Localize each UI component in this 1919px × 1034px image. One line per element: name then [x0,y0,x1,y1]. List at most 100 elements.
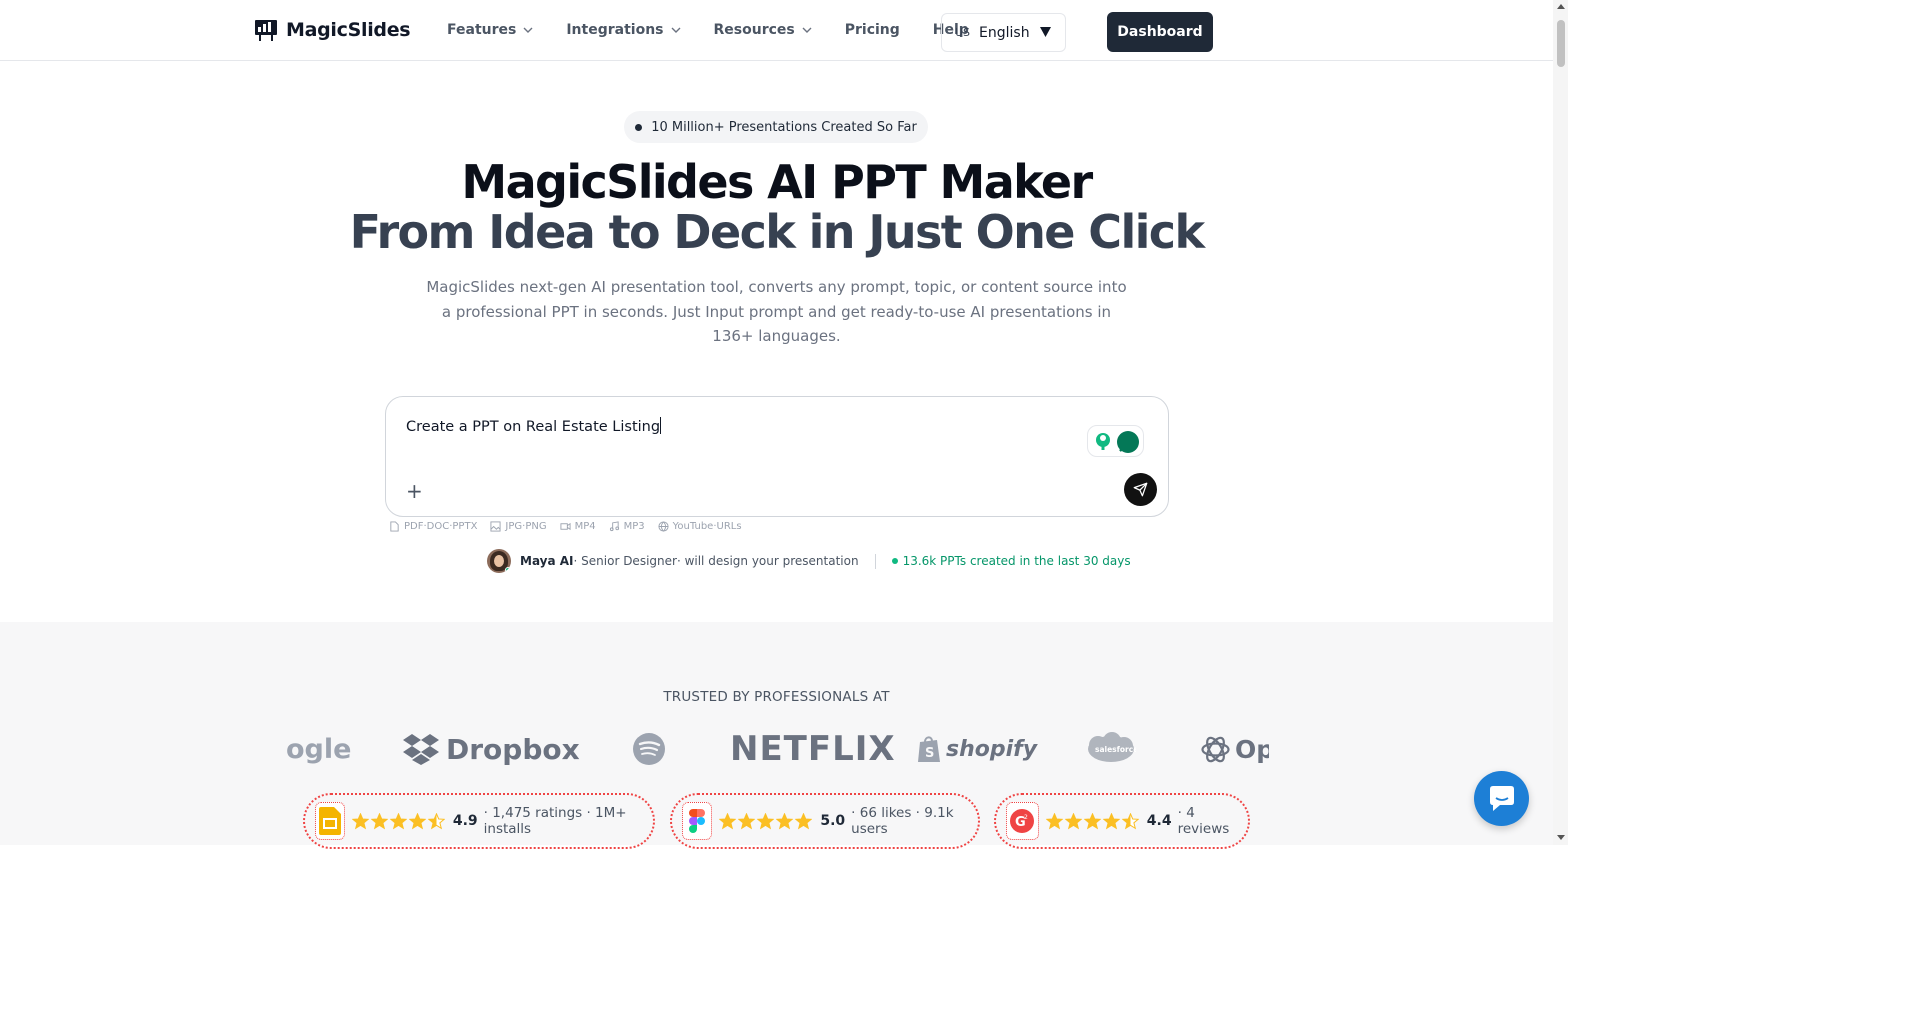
text-caret [660,417,662,434]
nav-resources[interactable]: Resources [714,22,812,38]
avatar [487,549,511,573]
star-half-icon [1121,812,1139,829]
stats-pill: 10 Million+ Presentations Created So Far [624,111,928,143]
main-nav: Features Integrations Resources Pricing … [447,22,1002,38]
rating-card-g2[interactable]: G2 4.4 · 4 reviews [994,793,1250,849]
nav-resources-label: Resources [713,22,795,38]
hero-title-line2: From Idea to Deck in Just One Click [349,205,1205,259]
star-full-icon [795,812,813,829]
designer-name: Maya AI [520,554,574,568]
dropbox-icon [403,734,439,765]
dashboard-button[interactable]: Dashboard [1107,12,1213,52]
rating-score: 4.4 [1146,813,1172,829]
pill-dot [635,123,643,131]
designer-role: · Senior Designer [573,554,677,568]
designer-tagline: · will design your presentation [676,554,859,568]
format-label: JPG·PNG [505,521,547,532]
supported-formats: PDF·DOC·PPTX JPG·PNG MP4 MP3 YouTube·URL… [389,521,755,532]
document-icon [390,521,399,532]
openai-icon [1201,736,1230,762]
rating-card-google-slides[interactable]: 4.9 · 1,475 ratings · 1M+ installs [303,793,655,849]
scroll-down-arrow-icon[interactable] [1557,835,1565,840]
format-label: MP4 [574,521,596,532]
prompt-value: Create a PPT on Real Estate Listing [406,419,661,435]
ai-assist-icons [1096,431,1139,453]
star-full-icon [1083,812,1101,829]
star-half-icon [427,812,445,829]
star-full-icon [1102,812,1120,829]
star-full-icon [351,812,369,829]
svg-text:2: 2 [1024,814,1028,821]
format-audio: MP3 [609,521,645,532]
page-scrollbar[interactable] [1553,0,1568,845]
star-full-icon [738,812,756,829]
music-icon [609,521,619,532]
prompt-input-box[interactable]: Create a PPT on Real Estate Listing + [385,396,1169,517]
dropdown-triangle-icon [1040,27,1051,37]
format-documents: PDF·DOC·PPTX [389,521,477,532]
shopify-bag-icon: S [918,736,940,762]
language-label: English [979,24,1030,41]
logo-dropbox: Dropbox [402,724,580,774]
google-slides-icon [315,802,345,840]
format-images: JPG·PNG [490,521,547,532]
brand-logo-link[interactable]: MagicSlides [254,18,411,42]
ai-assist-widget[interactable] [1087,425,1144,457]
prompt-input[interactable]: Create a PPT on Real Estate Listing [406,417,662,435]
nav-features[interactable]: Features [447,22,533,38]
rating-score: 4.9 [452,813,478,829]
language-flag: US [955,26,971,39]
star-full-icon [1045,812,1063,829]
language-select[interactable]: US English [941,13,1066,52]
star-full-icon [370,812,388,829]
star-rating [1045,812,1139,830]
logo-shopify: S shopify [916,724,1037,774]
scroll-thumb[interactable] [1557,20,1565,67]
format-label: YouTube·URLs [672,521,742,532]
send-button[interactable] [1124,473,1157,506]
g2-icon: G2 [1006,802,1039,840]
logo-netflix: NETFLIX [730,729,896,769]
hero-subtitle: MagicSlides next-gen AI presentation too… [426,278,1127,345]
trusted-title: TRUSTED BY PROFESSIONALS AT [663,689,890,705]
online-status-dot [505,567,511,573]
openai-wordmark: Op [1235,734,1269,764]
chat-support-button[interactable] [1474,771,1529,826]
chevron-down-icon [523,27,533,33]
rating-meta: · 4 reviews [1177,805,1230,837]
star-full-icon [408,812,426,829]
rating-card-figma[interactable]: 5.0 · 66 likes · 9.1k users [670,793,980,849]
add-attachment-button[interactable]: + [406,479,423,503]
rating-meta: · 66 likes · 9.1k users [851,805,954,837]
star-full-icon [776,812,794,829]
spotify-icon [633,733,665,765]
pill-text: 10 Million+ Presentations Created So Far [651,119,917,135]
star-full-icon [389,812,407,829]
logo-salesforce: salesforce [1086,724,1136,774]
image-icon [490,521,501,532]
shopify-wordmark: shopify [946,736,1038,762]
rating-score: 5.0 [820,813,846,829]
trusted-section: TRUSTED BY PROFESSIONALS AT ogle Dropbox… [0,622,1553,849]
scroll-up-arrow-icon[interactable] [1557,4,1565,9]
ppt-count-stat: 13.6k PPTs created in the last 30 days [902,554,1131,568]
chevron-down-icon [802,27,812,33]
rating-meta: · 1,475 ratings · 1M+ installs [483,805,627,837]
presentation-board-icon [255,20,277,41]
salesforce-cloud-icon: salesforce [1088,732,1136,762]
star-full-icon [1064,812,1082,829]
nav-features-label: Features [447,22,517,38]
divider [874,553,876,569]
nav-integrations-label: Integrations [566,22,664,38]
format-web: YouTube·URLs [658,521,742,532]
brand-name: MagicSlides [286,19,411,41]
dropbox-wordmark: Dropbox [446,732,580,766]
format-label: MP3 [623,521,645,532]
chevron-down-icon [671,27,680,33]
top-navbar: MagicSlides Features Integrations Resour… [0,0,1553,61]
nav-integrations[interactable]: Integrations [566,22,680,38]
svg-text:S: S [925,746,934,761]
star-full-icon [719,812,737,829]
logo-google: ogle [286,733,352,765]
nav-pricing[interactable]: Pricing [845,22,900,38]
